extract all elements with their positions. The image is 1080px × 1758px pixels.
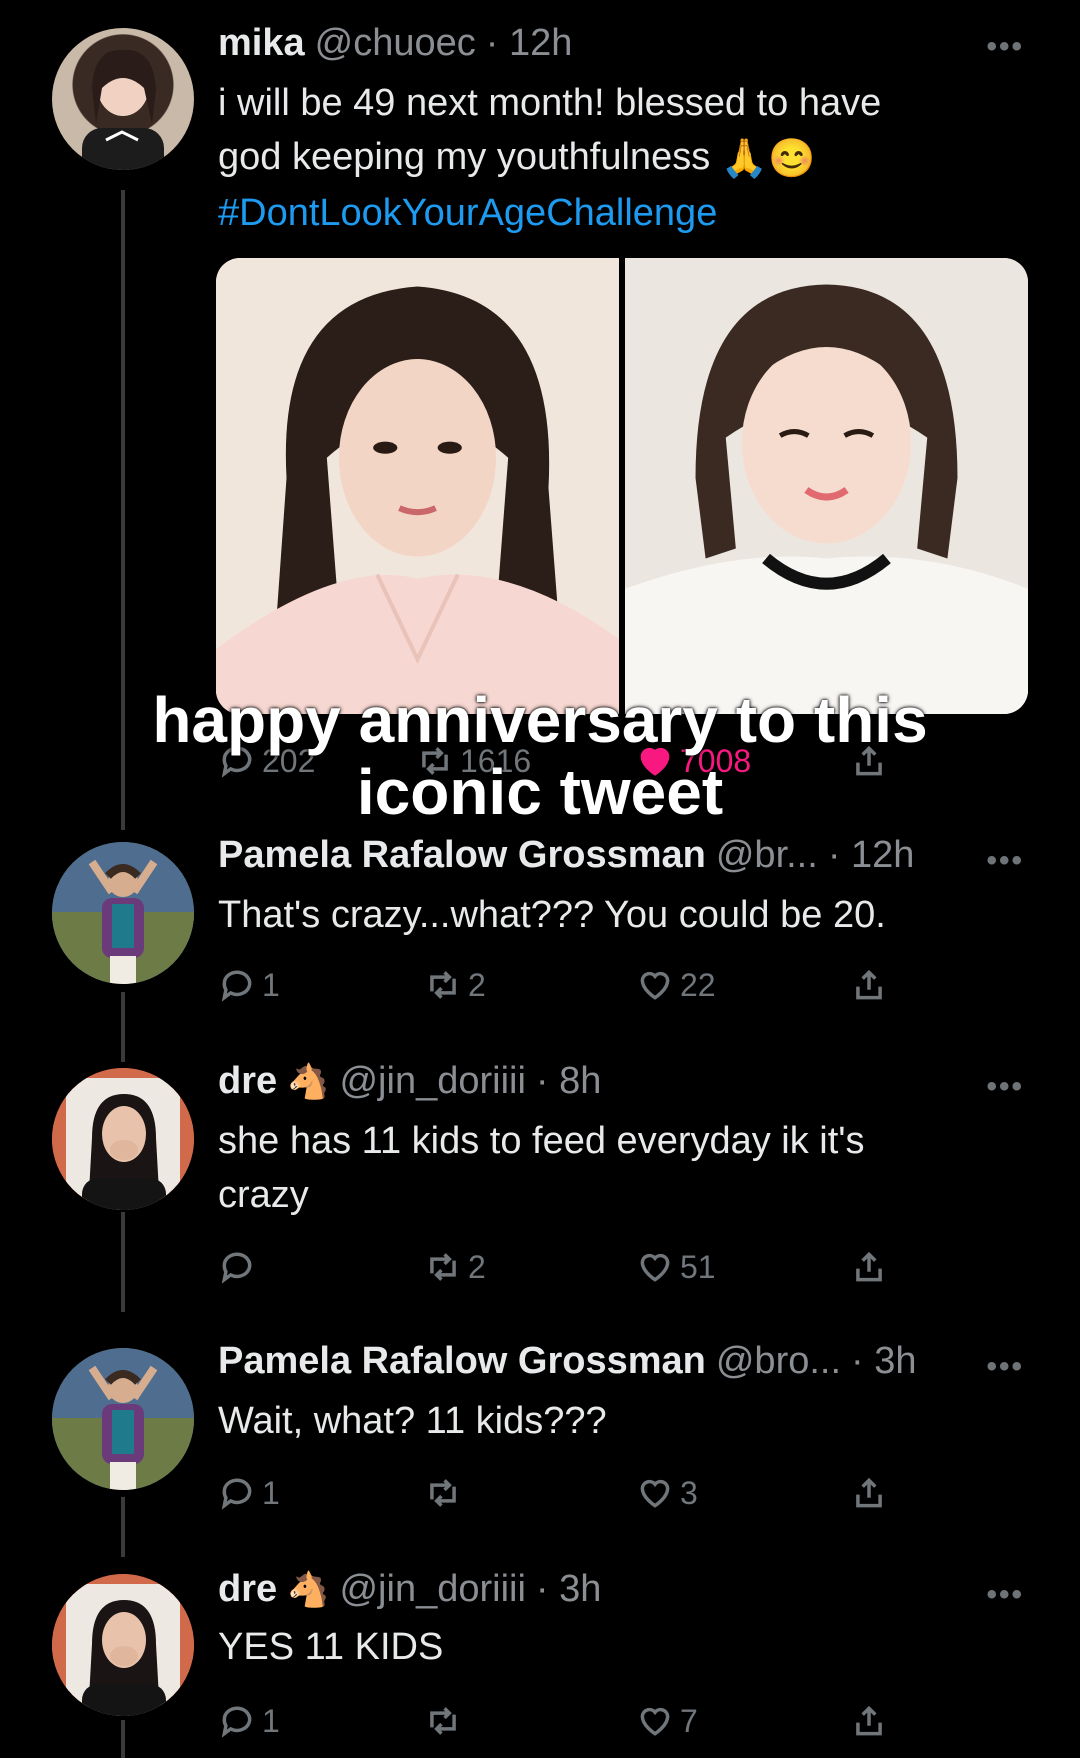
caption-line: happy anniversary to this [152, 684, 928, 756]
display-name[interactable]: dre [218, 1060, 277, 1103]
share-button[interactable] [850, 1702, 888, 1740]
user-handle[interactable]: @chuoec [315, 22, 476, 65]
avatar[interactable] [52, 1574, 194, 1716]
avatar[interactable] [52, 28, 194, 170]
reply-count: 1 [262, 966, 280, 1003]
more-options-icon[interactable]: ••• [986, 844, 1024, 878]
like-count: 51 [680, 1248, 716, 1285]
more-options-icon[interactable]: ••• [986, 1578, 1024, 1612]
tweet-text: i will be 49 next month! blessed to have… [218, 76, 1010, 240]
tweet-text-line: she has 11 kids to feed everyday ik it's [218, 1120, 865, 1162]
reply-button[interactable] [218, 1248, 262, 1286]
tweet-actions: 1 7 [218, 1702, 898, 1746]
user-handle[interactable]: @bro... [716, 1340, 841, 1383]
tweet-actions: 1 3 [218, 1474, 898, 1518]
retweet-icon [430, 971, 456, 999]
retweet-button[interactable] [424, 1474, 468, 1512]
reply-icon [221, 1706, 252, 1738]
horse-icon: 🐴 [287, 1062, 330, 1101]
retweet-icon [430, 1253, 456, 1281]
overlay-caption: happy anniversary to this iconic tweet [0, 684, 1080, 828]
user-handle[interactable]: @jin_doriiii [339, 1060, 525, 1103]
display-name[interactable]: dre [218, 1568, 277, 1611]
tweet-text: Wait, what? 11 kids??? [218, 1400, 607, 1442]
heart-icon [640, 1707, 670, 1736]
reply-button[interactable]: 1 [218, 1702, 280, 1740]
display-name[interactable]: mika [218, 22, 305, 65]
retweet-button[interactable]: 2 [424, 966, 486, 1004]
tweet-text: That's crazy...what??? You could be 20. [218, 894, 886, 936]
tweet-media[interactable] [216, 258, 1028, 714]
retweet-icon [430, 1479, 456, 1507]
reply-button[interactable]: 1 [218, 966, 280, 1004]
share-icon [856, 1477, 882, 1508]
tweet-header: mika @chuoec · 12h [218, 22, 1020, 65]
avatar[interactable] [52, 1348, 194, 1490]
hashtag-link[interactable]: #DontLookYourAgeChallenge [218, 186, 1010, 240]
tweet-actions: 2 51 [218, 1248, 898, 1292]
like-button[interactable]: 7 [636, 1702, 698, 1740]
reply-count: 1 [262, 1474, 280, 1511]
share-button[interactable] [850, 1474, 888, 1512]
reply-button[interactable]: 1 [218, 1474, 280, 1512]
display-name[interactable]: Pamela Rafalow Grossman [218, 834, 706, 877]
tweet-header: Pamela Rafalow Grossman @bro... · 3h [218, 1340, 1020, 1383]
tweet-header: dre 🐴 @jin_doriiii · 3h [218, 1568, 1020, 1611]
reply-count: 1 [262, 1702, 280, 1739]
reply-icon [221, 1252, 252, 1284]
heart-icon [640, 971, 670, 1000]
reply-tweet[interactable]: Pamela Rafalow Grossman @br... · 12h •••… [0, 830, 1080, 1030]
tweet-text: YES 11 KIDS [218, 1626, 444, 1668]
retweet-count: 2 [468, 1248, 486, 1285]
like-button[interactable]: 22 [636, 966, 716, 1004]
avatar[interactable] [52, 1068, 194, 1210]
share-button[interactable] [850, 1248, 888, 1286]
like-count: 3 [680, 1474, 698, 1511]
share-icon [856, 969, 882, 1000]
reply-tweet[interactable]: Pamela Rafalow Grossman @bro... · 3h •••… [0, 1336, 1080, 1536]
pray-smile-emoji: 🙏😊 [720, 137, 816, 180]
user-handle[interactable]: @jin_doriiii [339, 1568, 525, 1611]
user-handle[interactable]: @br... [716, 834, 818, 877]
photo-left[interactable] [216, 258, 619, 714]
caption-line: iconic tweet [356, 756, 724, 828]
tweet-text-line: crazy [218, 1174, 309, 1216]
retweet-button[interactable] [424, 1702, 468, 1740]
more-options-icon[interactable]: ••• [986, 1350, 1024, 1384]
photo-right[interactable] [625, 258, 1028, 714]
timestamp[interactable]: · 8h [536, 1060, 601, 1103]
timestamp[interactable]: · 12h [828, 834, 915, 877]
tweet-text: she has 11 kids to feed everyday ik it's… [218, 1114, 1010, 1222]
tweet-actions: 1 2 22 [218, 966, 898, 1010]
share-icon [856, 1705, 882, 1736]
heart-icon [640, 1479, 670, 1508]
share-icon [856, 1251, 882, 1282]
reply-tweet[interactable]: dre 🐴 @jin_doriiii · 3h ••• YES 11 KIDS … [0, 1560, 1080, 1758]
like-count: 22 [680, 966, 716, 1003]
like-count: 7 [680, 1702, 698, 1739]
timestamp[interactable]: · 12h [486, 22, 573, 65]
horse-icon: 🐴 [287, 1570, 330, 1609]
heart-icon [640, 1253, 670, 1282]
like-button[interactable]: 51 [636, 1248, 716, 1286]
tweet-header: dre 🐴 @jin_doriiii · 8h [218, 1060, 1020, 1103]
like-button[interactable]: 3 [636, 1474, 698, 1512]
tweet-text-line: i will be 49 next month! blessed to have [218, 82, 882, 124]
timestamp[interactable]: · 3h [536, 1568, 601, 1611]
tweet-header: Pamela Rafalow Grossman @br... · 12h [218, 834, 1020, 877]
timestamp[interactable]: · 3h [851, 1340, 916, 1383]
retweet-count: 2 [468, 966, 486, 1003]
more-options-icon[interactable]: ••• [986, 1070, 1024, 1104]
retweet-button[interactable]: 2 [424, 1248, 486, 1286]
more-options-icon[interactable]: ••• [986, 30, 1024, 64]
retweet-icon [430, 1707, 456, 1735]
tweet-text-line: god keeping my youthfulness 🙏😊 [218, 130, 1010, 186]
avatar[interactable] [52, 842, 194, 984]
reply-tweet[interactable]: dre 🐴 @jin_doriiii · 8h ••• she has 11 k… [0, 1056, 1080, 1306]
share-button[interactable] [850, 966, 888, 1004]
display-name[interactable]: Pamela Rafalow Grossman [218, 1340, 706, 1383]
reply-icon [221, 970, 252, 1002]
reply-icon [221, 1478, 252, 1510]
